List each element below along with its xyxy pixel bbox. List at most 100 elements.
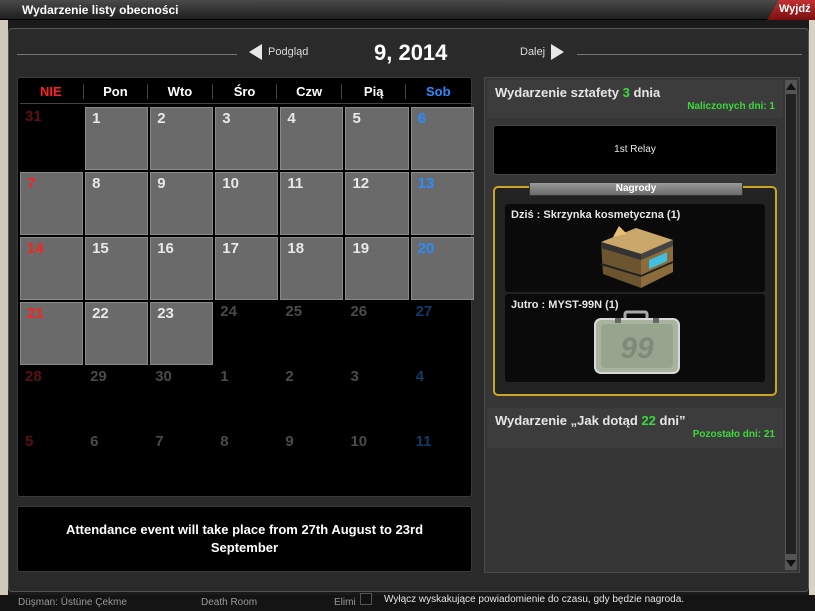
calendar-day[interactable]: 8 (85, 172, 149, 235)
howto-event-title: Wydarzenie „Jak dotąd 22 dni” (495, 413, 686, 428)
calendar-day[interactable]: 19 (345, 237, 409, 300)
calendar-day[interactable]: 17 (215, 237, 279, 300)
calendar-grid: 31 1 2 3 4 5 6 7 8 9 10 11 12 13 14 15 16 17 18 19 20 21 22 23 2… (19, 106, 475, 496)
window-title: Wydarzenie listy obecności (22, 3, 179, 17)
calendar-day[interactable]: 9 (150, 172, 214, 235)
cosmetic-box-icon (600, 226, 674, 288)
calendar-day[interactable]: 23 (150, 302, 214, 365)
rewards-panel: Nagrody Dziś : Skrzynka kosmetyczna (1) … (493, 182, 777, 396)
calendar-day[interactable]: 10 (215, 172, 279, 235)
howto-days: 22 (641, 413, 656, 428)
calendar-day[interactable]: 12 (345, 172, 409, 235)
calendar: NIE Pon Wto Śro Czw Pią Sob 31 1 2 3 4 5 6 7 8 9 10 11 12 1… (17, 77, 475, 497)
event-info-box: Attendance event will take place from 27… (17, 506, 472, 572)
calendar-day[interactable]: 5 (345, 107, 409, 170)
background-text-right: Elimi (334, 597, 356, 608)
weekday-6: Pią (342, 83, 407, 99)
background-text-left: Düşman: Üstüne Çekme (18, 597, 127, 608)
calendar-day[interactable]: 13 (410, 172, 474, 235)
scroll-track[interactable] (786, 94, 796, 554)
calendar-day: 2 (285, 368, 294, 385)
popup-checkbox-label: Wyłącz wyskakujące powiadomienie do czas… (384, 593, 685, 605)
scroll-up-icon[interactable] (786, 83, 796, 90)
next-month-button[interactable]: Dalej (520, 44, 565, 60)
calendar-day[interactable]: 3 (215, 107, 279, 170)
relay-event-title: Wydarzenie sztafety 3 dnia (495, 85, 660, 100)
weekday-divider (20, 103, 471, 104)
relay-title-suffix: dnia (633, 85, 661, 100)
event-info-text: Attendance event will take place from 27… (65, 522, 424, 555)
relay-title-prefix: Wydarzenie sztafety (495, 85, 620, 100)
calendar-day: 10 (350, 433, 368, 450)
attendance-window: Podgląd 9, 2014 Dalej NIE Pon Wto Śro Czw Pią… (8, 28, 809, 592)
weekday-1: NIE (19, 83, 84, 99)
calendar-day: 4 (415, 368, 424, 385)
next-month-label: Dalej (520, 46, 546, 58)
calendar-day[interactable]: 20 (410, 237, 474, 300)
relay-event-subtitle: Naliczonych dni: 1 (687, 101, 775, 112)
nav-divider-left (17, 54, 237, 55)
briefcase-icon: 99 (594, 310, 680, 374)
weekday-2: Pon (84, 83, 149, 99)
background-right-strip (809, 20, 815, 611)
calendar-day[interactable]: 4 (280, 107, 344, 170)
calendar-day[interactable]: 15 (85, 237, 149, 300)
calendar-day: 28 (25, 368, 42, 385)
calendar-day[interactable]: 16 (150, 237, 214, 300)
calendar-day: 7 (155, 433, 164, 450)
reward-today: Dziś : Skrzynka kosmetyczna (1) (505, 204, 765, 292)
month-title: 9, 2014 (374, 40, 448, 65)
calendar-day[interactable]: 21 (20, 302, 84, 365)
rewards-label: Nagrody (529, 182, 743, 196)
howto-event-header[interactable]: Wydarzenie „Jak dotąd 22 dni” Pozostało … (487, 408, 783, 448)
prev-month-button[interactable]: Podgląd (249, 44, 308, 60)
relay-days: 3 (622, 85, 630, 100)
calendar-day: 6 (90, 433, 99, 450)
howto-event-subtitle: Pozostało dni: 21 (692, 429, 775, 440)
nav-divider-right (577, 54, 802, 55)
title-bar: Wydarzenie listy obecności Wyjdź (0, 0, 815, 20)
calendar-day: 11 (415, 433, 432, 450)
scroll-down-icon[interactable] (786, 560, 796, 567)
calendar-day[interactable]: 14 (20, 237, 84, 300)
arrow-right-icon (551, 44, 565, 60)
calendar-day: 24 (220, 303, 237, 320)
arrow-left-icon (249, 44, 262, 60)
weekday-header: NIE Pon Wto Śro Czw Pią Sob (18, 78, 471, 104)
background-left-strip (0, 0, 8, 611)
calendar-day: 27 (415, 303, 433, 320)
weekday-7: Sob (425, 83, 451, 99)
calendar-day[interactable]: 18 (280, 237, 344, 300)
calendar-day[interactable]: 11 (280, 172, 344, 235)
calendar-day: 26 (350, 303, 368, 320)
calendar-day: 1 (220, 368, 229, 385)
event-panel: Wydarzenie sztafety 3 dnia Naliczonych d… (484, 77, 800, 573)
popup-checkbox[interactable] (360, 593, 372, 605)
weekday-5: Czw (277, 83, 342, 99)
weekday-3: Wto (148, 83, 213, 99)
background-text-mid: Death Room (201, 597, 258, 608)
calendar-day: 3 (350, 368, 359, 385)
calendar-day[interactable]: 1 (85, 107, 149, 170)
calendar-day[interactable]: 7 (20, 172, 84, 235)
howto-title-prefix: Wydarzenie „Jak dotąd (495, 413, 638, 428)
reward-tomorrow: Jutro : MYST-99N (1) 99 (505, 294, 765, 382)
exit-button[interactable]: Wyjdź (767, 0, 815, 20)
calendar-day[interactable]: 6 (410, 107, 474, 170)
calendar-day[interactable]: 2 (150, 107, 214, 170)
calendar-day: 8 (220, 433, 229, 450)
calendar-day: 25 (285, 303, 303, 320)
calendar-day: 30 (155, 368, 172, 385)
popup-toggle[interactable]: Wyłącz wyskakujące powiadomienie do czas… (360, 593, 684, 605)
calendar-day: 5 (25, 433, 34, 450)
calendar-day: 29 (90, 368, 107, 385)
calendar-day: 31 (25, 108, 42, 125)
calendar-day: 9 (285, 433, 294, 450)
prev-month-label: Podgląd (268, 46, 309, 58)
relay-event-header[interactable]: Wydarzenie sztafety 3 dnia Naliczonych d… (487, 80, 783, 118)
event-panel-scrollbar[interactable] (785, 80, 797, 570)
howto-title-suffix: dni” (659, 413, 686, 428)
svg-text:99: 99 (620, 332, 654, 365)
relay-stage-box: 1st Relay (493, 125, 777, 175)
calendar-day[interactable]: 22 (85, 302, 149, 365)
